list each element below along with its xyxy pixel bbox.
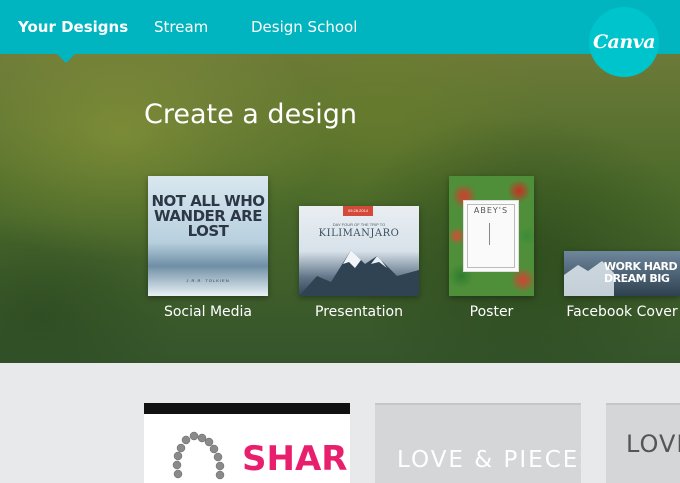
design-card-text: SHARK <box>242 439 350 479</box>
beads-image <box>172 431 225 480</box>
presentation-thumb-date: 09.28.2014 <box>343 206 373 216</box>
poster-thumb-card: ABEY'S <box>463 200 519 272</box>
template-social-media-label[interactable]: Social Media <box>148 304 268 320</box>
create-design-section: Create a design NOT ALL WHO WANDER ARE L… <box>0 54 680 363</box>
section-title: Create a design <box>144 99 357 130</box>
social-media-thumb-text: NOT ALL WHO WANDER ARE LOST <box>151 192 265 240</box>
template-social-media[interactable]: NOT ALL WHO WANDER ARE LOST J.R.R. TOLKI… <box>148 176 268 296</box>
template-presentation-label[interactable]: Presentation <box>299 304 419 320</box>
canva-logo[interactable]: Canva <box>589 7 659 77</box>
top-navigation-bar: Your Designs Stream Design School <box>0 0 680 54</box>
design-card[interactable]: LOVE & PIECES <box>375 403 581 483</box>
design-card[interactable]: SHARK <box>144 403 350 483</box>
presentation-thumb-title: KILIMANJARO <box>318 228 400 239</box>
active-tab-indicator <box>57 54 75 63</box>
nav-stream[interactable]: Stream <box>154 18 208 36</box>
template-presentation[interactable]: 09.28.2014 DAY FOUR OF THE TRIP TO KILIM… <box>299 206 419 296</box>
design-card-text: LOVE & PIECES <box>397 447 581 473</box>
nav-your-designs[interactable]: Your Designs <box>18 18 128 36</box>
design-card[interactable]: LOVE <box>606 403 680 483</box>
logo-text: Canva <box>592 31 656 53</box>
template-facebook-cover-label[interactable]: Facebook Cover <box>564 304 680 320</box>
facebook-cover-thumb-text: WORK HARD DREAM BIG <box>604 260 678 285</box>
template-poster-label[interactable]: Poster <box>449 304 534 320</box>
design-card-text: LOVE <box>626 430 680 458</box>
template-facebook-cover[interactable]: WORK HARD DREAM BIG <box>564 251 680 296</box>
social-media-thumb-author: J.R.R. TOLKIEN <box>186 278 230 283</box>
nav-design-school[interactable]: Design School <box>251 18 357 36</box>
presentation-thumb-subtitle: DAY FOUR OF THE TRIP TO <box>332 222 386 227</box>
template-poster[interactable]: ABEY'S <box>449 176 534 296</box>
poster-thumb-title: ABEY'S <box>473 206 509 215</box>
mountain-image <box>299 250 419 296</box>
